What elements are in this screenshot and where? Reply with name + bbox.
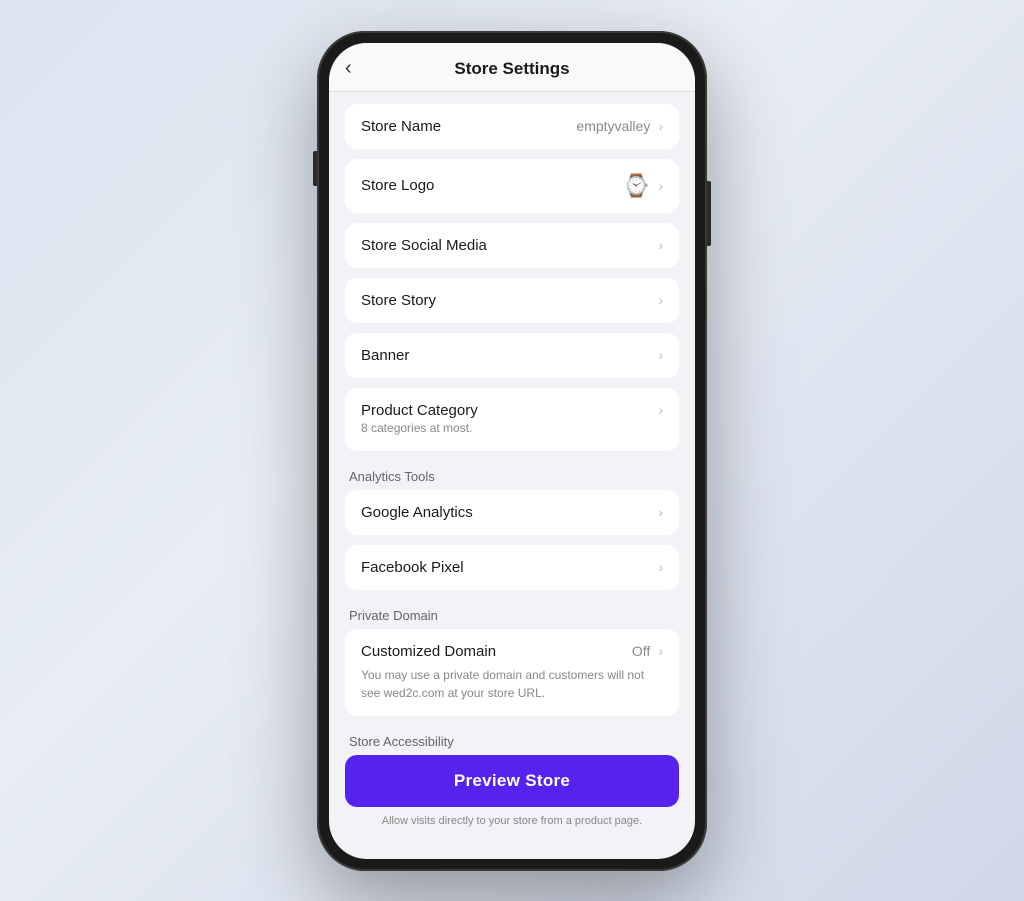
facebook-pixel-item[interactable]: Facebook Pixel › xyxy=(345,545,679,590)
store-social-label: Store Social Media xyxy=(361,237,487,254)
chevron-icon: › xyxy=(658,118,663,134)
store-logo-right: ⌚ › xyxy=(623,173,663,199)
google-analytics-right: › xyxy=(658,504,663,520)
store-name-label: Store Name xyxy=(361,118,441,135)
phone-frame: ‹ Store Settings Store Name emptyvalley … xyxy=(317,31,707,871)
store-name-value: emptyvalley xyxy=(576,118,650,134)
store-name-card: Store Name emptyvalley › xyxy=(345,104,679,149)
domain-section-header: Private Domain xyxy=(345,600,679,629)
chevron-icon: › xyxy=(658,504,663,520)
preview-store-button[interactable]: Preview Store xyxy=(345,755,679,807)
google-analytics-item[interactable]: Google Analytics › xyxy=(345,490,679,535)
chevron-icon: › xyxy=(658,347,663,363)
domain-value: Off xyxy=(632,643,650,659)
analytics-section-header: Analytics Tools xyxy=(345,461,679,490)
chevron-icon: › xyxy=(658,643,663,659)
header: ‹ Store Settings xyxy=(329,43,695,92)
store-logo-card: Store Logo ⌚ › xyxy=(345,159,679,213)
store-story-card: Store Story › xyxy=(345,278,679,323)
chevron-icon: › xyxy=(658,292,663,308)
chevron-icon: › xyxy=(658,237,663,253)
google-analytics-label: Google Analytics xyxy=(361,504,473,521)
store-story-item[interactable]: Store Story › xyxy=(345,278,679,323)
back-button[interactable]: ‹ xyxy=(345,57,352,80)
store-name-item[interactable]: Store Name emptyvalley › xyxy=(345,104,679,149)
product-category-item[interactable]: Product Category › 8 categories at most. xyxy=(345,388,679,451)
product-category-subtitle: 8 categories at most. xyxy=(361,421,472,435)
store-social-right: › xyxy=(658,237,663,253)
accessibility-section-header: Store Accessibility xyxy=(345,726,679,755)
chevron-icon: › xyxy=(658,178,663,194)
store-social-card: Store Social Media › xyxy=(345,223,679,268)
store-social-item[interactable]: Store Social Media › xyxy=(345,223,679,268)
domain-description: You may use a private domain and custome… xyxy=(361,666,663,702)
store-logo-label: Store Logo xyxy=(361,177,434,194)
banner-card: Banner › xyxy=(345,333,679,378)
domain-right: Off › xyxy=(632,643,663,659)
domain-top: Customized Domain Off › xyxy=(361,643,663,660)
facebook-pixel-right: › xyxy=(658,559,663,575)
facebook-pixel-label: Facebook Pixel xyxy=(361,559,464,576)
analytics-card: Google Analytics › xyxy=(345,490,679,535)
watch-logo-icon: ⌚ xyxy=(623,173,650,199)
phone-screen: ‹ Store Settings Store Name emptyvalley … xyxy=(329,43,695,859)
product-category-top: Product Category › xyxy=(361,402,663,419)
store-story-label: Store Story xyxy=(361,292,436,309)
banner-label: Banner xyxy=(361,347,409,364)
facebook-pixel-card: Facebook Pixel › xyxy=(345,545,679,590)
banner-right: › xyxy=(658,347,663,363)
customized-domain-card[interactable]: Customized Domain Off › You may use a pr… xyxy=(345,629,679,716)
product-category-card: Product Category › 8 categories at most. xyxy=(345,388,679,451)
store-name-right: emptyvalley › xyxy=(576,118,663,134)
page-title: Store Settings xyxy=(454,59,569,79)
banner-item[interactable]: Banner › xyxy=(345,333,679,378)
product-category-label: Product Category xyxy=(361,402,478,419)
store-story-right: › xyxy=(658,292,663,308)
customized-domain-label: Customized Domain xyxy=(361,643,496,660)
content-area: Store Name emptyvalley › Store Logo ⌚ › xyxy=(329,92,695,859)
store-logo-item[interactable]: Store Logo ⌚ › xyxy=(345,159,679,213)
chevron-icon: › xyxy=(658,559,663,575)
accessibility-description: Allow visits directly to your store from… xyxy=(345,815,679,827)
chevron-icon: › xyxy=(658,402,663,418)
